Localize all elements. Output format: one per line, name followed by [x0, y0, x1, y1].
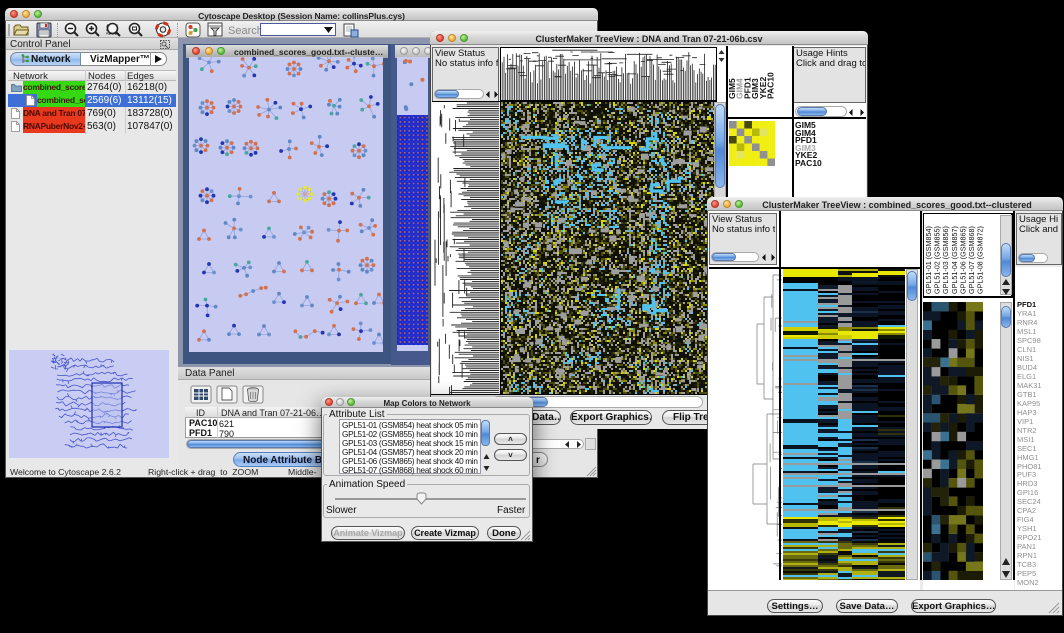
svg-text:GPL51-08 (GSM872): GPL51-08 (GSM872) — [976, 226, 985, 294]
